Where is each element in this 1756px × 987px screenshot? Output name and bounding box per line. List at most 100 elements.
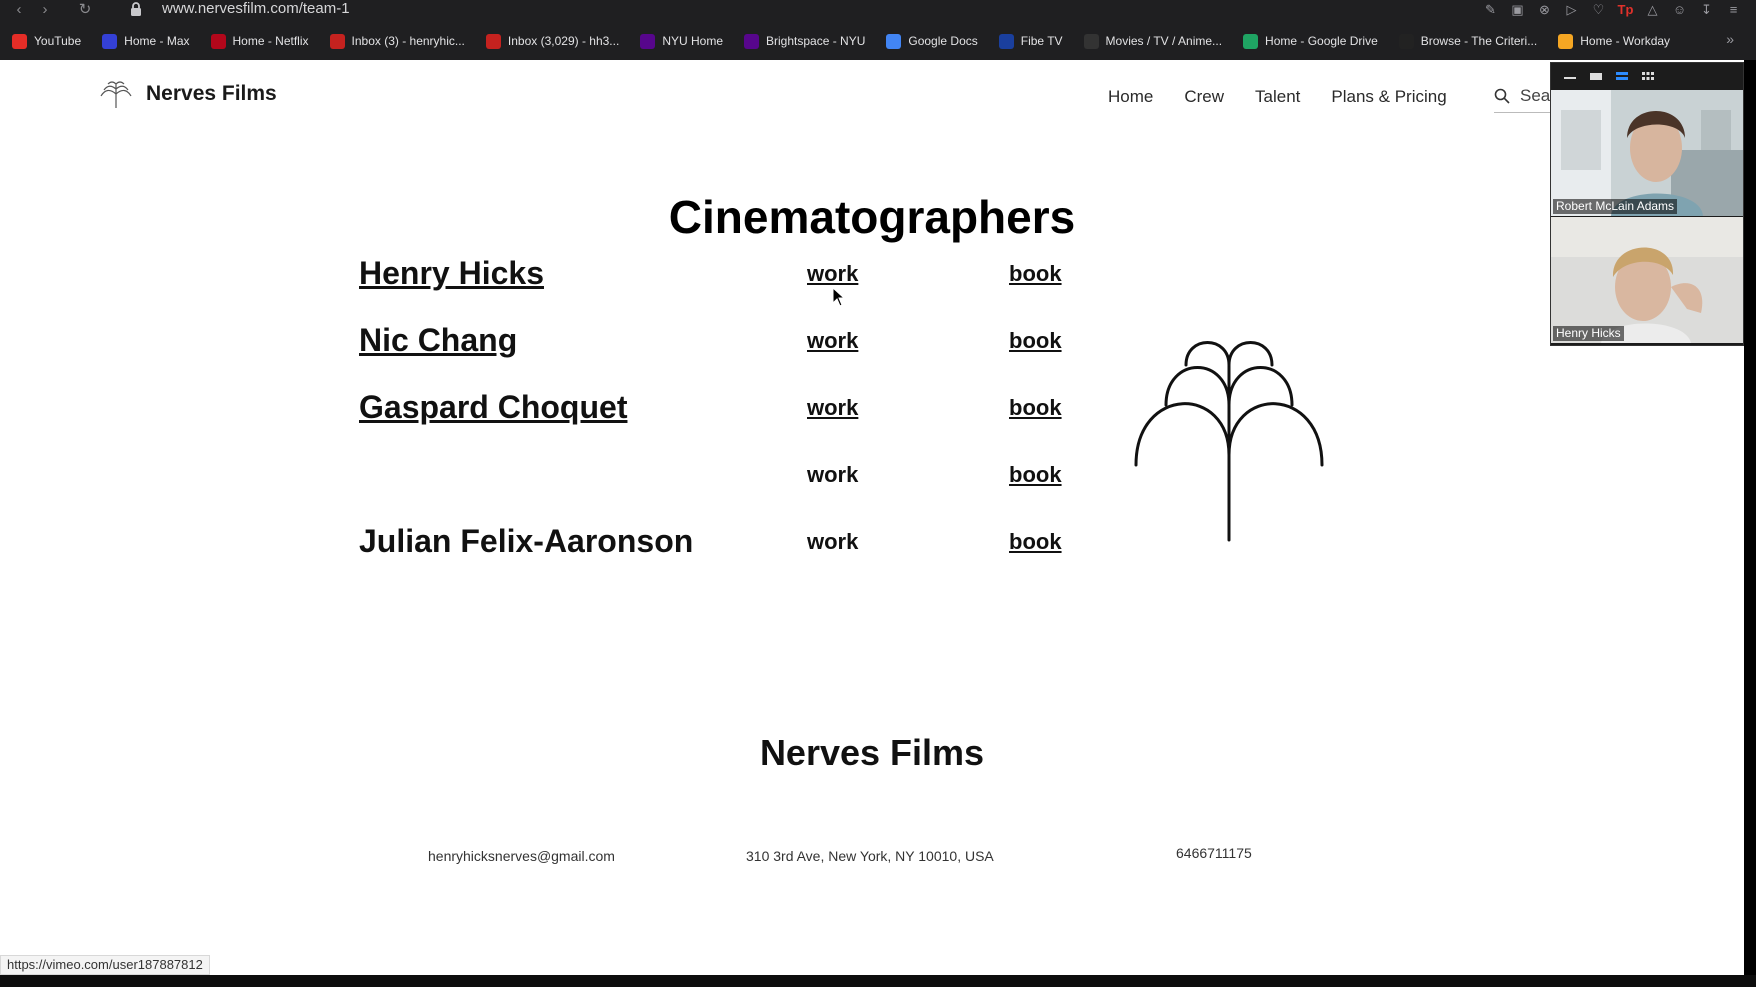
site-logo[interactable]: Nerves Films — [100, 78, 277, 110]
participant-name: Henry Hicks — [1553, 326, 1624, 341]
bookmark-label: Google Docs — [908, 34, 978, 48]
minimize-icon[interactable] — [1563, 71, 1577, 81]
camera-icon[interactable]: ▣ — [1509, 1, 1526, 18]
netflix-icon — [210, 33, 226, 49]
footer-address: 310 3rd Ave, New York, NY 10010, USA — [746, 848, 994, 864]
tree-logo-icon — [100, 81, 132, 108]
bookmark-item[interactable]: NYU Home — [628, 33, 732, 49]
criterion-icon — [1398, 33, 1414, 49]
bookmark-item[interactable]: Browse - The Criteri... — [1387, 33, 1546, 49]
nav-crew[interactable]: Crew — [1184, 87, 1224, 107]
member-name[interactable]: Henry Hicks — [359, 255, 544, 292]
os-taskbar — [0, 975, 1756, 987]
work-link[interactable]: work — [807, 328, 858, 354]
download-icon[interactable]: ↧ — [1698, 1, 1715, 18]
bookmark-item[interactable]: Fibe TV — [987, 33, 1072, 49]
work-link[interactable]: work — [807, 529, 858, 555]
nyu-icon — [640, 33, 656, 49]
team-member-row: Gaspard Choquet work book — [359, 389, 1099, 431]
bookmark-label: Fibe TV — [1020, 34, 1063, 48]
heart-icon[interactable]: ♡ — [1590, 1, 1607, 18]
footer-email[interactable]: henryhicksnerves@gmail.com — [428, 848, 615, 864]
participant-video-tile[interactable]: Robert McLain Adams — [1551, 90, 1743, 216]
bookmark-item[interactable]: Home - Max — [90, 33, 198, 49]
menu-icon[interactable]: ≡ — [1725, 1, 1742, 18]
play-icon — [1083, 33, 1099, 49]
mouse-cursor-icon — [832, 287, 846, 307]
footer-phone: 6466711175 — [1176, 845, 1252, 861]
profile-icon[interactable]: ☺ — [1671, 1, 1688, 18]
nav-home[interactable]: Home — [1108, 87, 1153, 107]
bookmark-item[interactable]: Google Docs — [874, 33, 986, 49]
gmail-icon — [485, 33, 501, 49]
book-link[interactable]: book — [1009, 395, 1062, 421]
back-icon[interactable]: ‹ — [6, 0, 32, 18]
bookmark-item[interactable]: Movies / TV / Anime... — [1072, 33, 1231, 49]
browser-toolbar-icons: ✎ ▣ ⊗ ▷ ♡ Tp △ ☺ ↧ ≡ — [1482, 0, 1742, 18]
close-circle-icon[interactable]: ⊗ — [1536, 1, 1553, 18]
participant-video-tile[interactable]: Henry Hicks — [1551, 217, 1743, 343]
bookmarks-bar: YouTube Home - Max Home - Netflix Inbox (3)… — [0, 29, 1720, 53]
play-icon[interactable]: ▷ — [1563, 1, 1580, 18]
page-title: Cinematographers — [668, 191, 1076, 243]
cube-icon[interactable]: △ — [1644, 1, 1661, 18]
work-link[interactable]: work — [807, 261, 858, 287]
page-viewport: Nerves Films Home Crew Talent Plans & Pr… — [0, 60, 1744, 975]
nav-talent[interactable]: Talent — [1255, 87, 1300, 107]
bookmark-item[interactable]: YouTube — [0, 33, 90, 49]
team-member-row: Henry Hicks work book — [359, 255, 1099, 297]
bookmark-item[interactable]: Brightspace - NYU — [732, 33, 874, 49]
tree-illustration — [1134, 341, 1324, 542]
search-icon — [1494, 88, 1510, 104]
video-call-panel[interactable]: Robert McLain Adams Henry Hicks — [1550, 62, 1744, 346]
chevron-double-right-icon[interactable]: » — [1726, 31, 1734, 47]
fibe-icon — [998, 33, 1014, 49]
lock-icon — [131, 2, 141, 16]
grid-view-icon[interactable] — [1641, 71, 1655, 81]
main-nav: Home Crew Talent Plans & Pricing — [1108, 87, 1447, 107]
extension-tp-icon[interactable]: Tp — [1617, 1, 1634, 18]
book-link[interactable]: book — [1009, 462, 1062, 488]
participant-name: Robert McLain Adams — [1553, 199, 1678, 214]
participant-video-frame — [1551, 90, 1743, 216]
youtube-icon — [12, 33, 27, 49]
bookmark-item[interactable]: Inbox (3,029) - hh3... — [474, 33, 628, 49]
team-member-row: work book — [359, 456, 1099, 498]
edit-icon[interactable]: ✎ — [1482, 1, 1499, 18]
stack-view-icon[interactable] — [1615, 71, 1629, 81]
book-link[interactable]: book — [1009, 529, 1062, 555]
max-icon — [102, 33, 118, 49]
member-name: Julian Felix-Aaronson — [359, 523, 694, 559]
bookmark-item[interactable]: Inbox (3) - henryhic... — [318, 33, 474, 49]
bookmark-item[interactable]: Home - Google Drive — [1231, 33, 1387, 49]
site-header: Nerves Films Home Crew Talent Plans & Pr… — [0, 60, 1744, 140]
work-link[interactable]: work — [807, 395, 858, 421]
gmail-icon — [329, 33, 345, 49]
bookmark-label: Inbox (3,029) - hh3... — [507, 34, 620, 48]
bookmark-label: Browse - The Criteri... — [1420, 34, 1538, 48]
bookmark-item[interactable]: Home - Workday — [1546, 33, 1679, 49]
bookmark-label: Brightspace - NYU — [766, 34, 866, 48]
url-text[interactable]: www.nervesfilm.com/team-1 — [162, 0, 350, 18]
book-link[interactable]: book — [1009, 328, 1062, 354]
participant-video-frame — [1551, 217, 1743, 343]
single-view-icon[interactable] — [1589, 71, 1603, 81]
drive-icon — [1243, 33, 1259, 49]
nav-plans-pricing[interactable]: Plans & Pricing — [1331, 87, 1446, 107]
work-link[interactable]: work — [807, 462, 858, 488]
window-edge — [1744, 60, 1756, 975]
bookmark-item[interactable]: Home - Netflix — [199, 33, 318, 49]
team-member-row: Nic Chang work book — [359, 322, 1099, 364]
browser-chrome: ‹ › ↻ www.nervesfilm.com/team-1 ✎ ▣ ⊗ ▷ … — [0, 0, 1756, 60]
bookmark-label: Home - Max — [124, 34, 190, 48]
bookmark-label: Home - Workday — [1580, 34, 1671, 48]
reload-icon[interactable]: ↻ — [72, 0, 98, 18]
link-status-bar: https://vimeo.com/user187887812 — [0, 955, 210, 975]
forward-icon[interactable]: › — [32, 0, 58, 18]
workday-icon — [1558, 33, 1574, 49]
member-name[interactable]: Gaspard Choquet — [359, 389, 627, 426]
book-link[interactable]: book — [1009, 261, 1062, 287]
nyu-icon — [744, 33, 759, 49]
member-name[interactable]: Nic Chang — [359, 322, 517, 359]
team-member-row: Julian Felix-Aaronson work book — [359, 523, 1099, 565]
